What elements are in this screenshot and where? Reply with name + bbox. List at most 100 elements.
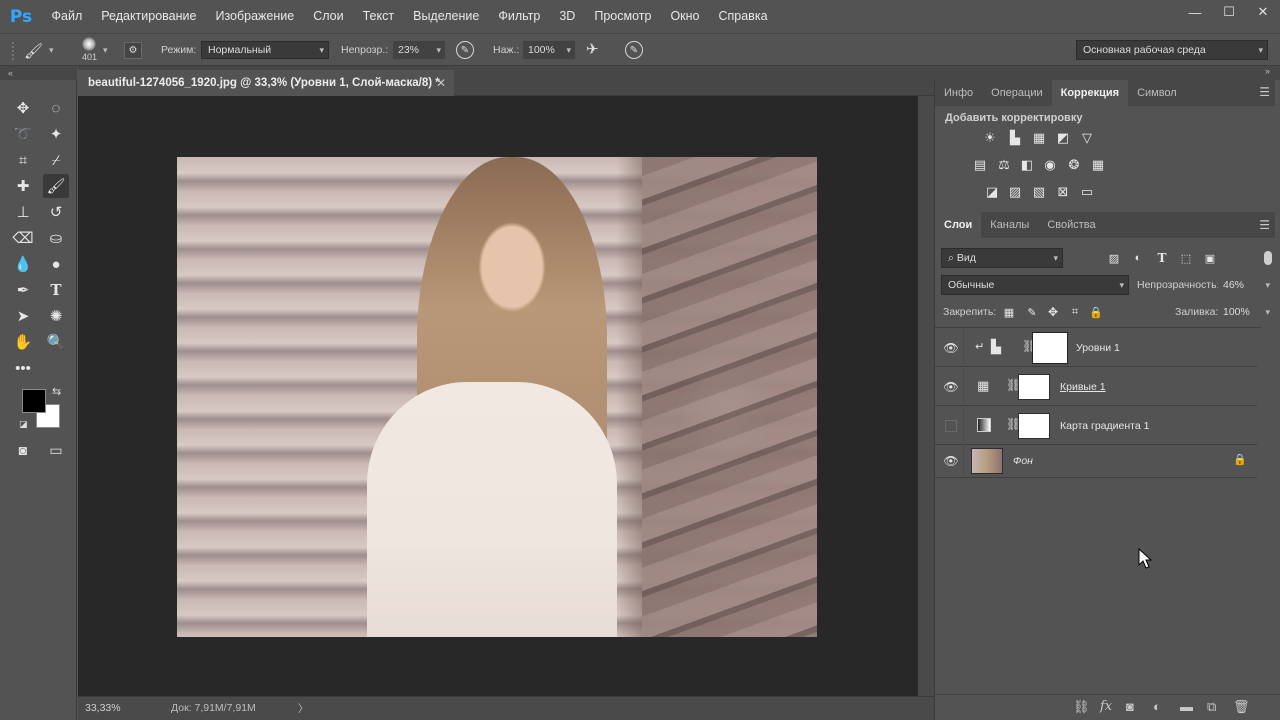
layer-mask-thumbnail[interactable] (1032, 332, 1068, 364)
color-balance-icon[interactable]: ⚖ (995, 156, 1013, 174)
default-colors-icon[interactable]: ◪ (19, 419, 28, 430)
layer-name[interactable]: Карта градиента 1 (1060, 420, 1149, 432)
layer-name[interactable]: Кривые 1 (1060, 381, 1106, 393)
lasso-tool-icon[interactable]: ➰ (10, 122, 36, 146)
threshold-icon[interactable]: ▧ (1030, 183, 1048, 201)
menu-item[interactable]: Справка (709, 0, 777, 33)
brightness-contrast-icon[interactable]: ☀ (981, 129, 999, 147)
filter-toggle-switch[interactable] (1264, 251, 1272, 265)
menu-item[interactable]: Окно (661, 0, 709, 33)
vibrance-icon[interactable]: ▽ (1078, 129, 1096, 147)
mode-select[interactable]: Нормальный ▾ (201, 41, 329, 59)
brush-panel-toggle-icon[interactable]: ⚙ (124, 42, 142, 59)
brush-tool-preset-icon[interactable]: 🖌 (24, 42, 43, 60)
hand-tool-icon[interactable]: ✋ (10, 330, 36, 354)
menu-item[interactable]: Выделение (404, 0, 489, 33)
delete-layer-trash-icon[interactable]: 🗑 (1233, 699, 1250, 715)
new-adjustment-layer-icon[interactable]: ◐ (1153, 699, 1161, 714)
grip-handle[interactable] (12, 42, 18, 60)
gradient-map-icon[interactable]: ▭ (1078, 183, 1096, 201)
minimize-button[interactable]: — (1178, 0, 1212, 24)
type-tool-icon[interactable]: T (43, 278, 69, 302)
menu-item[interactable]: Слои (304, 0, 353, 33)
layer-row-levels[interactable]: 👁 ↵ ▙ ⛓ Уровни 1 (935, 329, 1257, 367)
curves-icon[interactable]: ▦ (1030, 129, 1048, 147)
lock-artboard-icon[interactable]: ⌗ (1066, 303, 1084, 321)
layer-name[interactable]: Фон (1013, 455, 1033, 467)
panel-menu-icon[interactable]: ☰ (1259, 85, 1270, 99)
tab-properties[interactable]: Свойства (1038, 212, 1104, 238)
magic-wand-tool-icon[interactable]: ✦ (43, 122, 69, 146)
new-layer-icon[interactable]: ⧉ (1207, 699, 1216, 715)
document-tab[interactable]: beautiful-1274056_1920.jpg @ 33,3% (Уров… (78, 70, 454, 96)
foreground-color-swatch[interactable] (22, 389, 46, 413)
vertical-scrollbar[interactable] (918, 96, 934, 696)
layer-row-gradient-map[interactable]: ⛓ Карта градиента 1 (935, 407, 1257, 445)
menu-item[interactable]: Фильтр (489, 0, 550, 33)
layers-panel-menu-icon[interactable]: ☰ (1259, 218, 1270, 232)
pen-tool-icon[interactable]: ✒ (10, 278, 36, 302)
lock-transparency-icon[interactable]: ▦ (1000, 303, 1018, 321)
paint-bucket-tool-icon[interactable]: ⛀ (43, 226, 69, 250)
chevron-down-icon[interactable]: ▾ (49, 45, 54, 56)
new-group-folder-icon[interactable]: ▬ (1180, 699, 1193, 714)
fill-field[interactable]: 100% ▾ (1218, 303, 1272, 321)
layer-row-background[interactable]: 👁 Фон 🔒 (935, 446, 1257, 478)
panels-collapse-bar[interactable]: » (934, 66, 1280, 80)
invert-icon[interactable]: ◪ (983, 183, 1001, 201)
channel-mixer-icon[interactable]: ❂ (1065, 156, 1083, 174)
restore-button[interactable]: ☐ (1212, 0, 1246, 24)
blend-mode-select[interactable]: Обычные ▾ (941, 275, 1129, 295)
dodge-tool-icon[interactable]: ● (43, 252, 69, 276)
crop-tool-icon[interactable]: ⌗ (10, 148, 36, 172)
zoom-tool-icon[interactable]: 🔍 (43, 330, 69, 354)
menu-item[interactable]: Редактирование (92, 0, 206, 33)
lock-position-icon[interactable]: ✥ (1044, 303, 1062, 321)
add-mask-icon[interactable]: ◙ (1126, 699, 1134, 714)
healing-brush-tool-icon[interactable]: ✚ (10, 174, 36, 198)
visibility-eye-icon[interactable]: 👁 (943, 454, 959, 468)
black-white-icon[interactable]: ◧ (1018, 156, 1036, 174)
flow-field[interactable]: 100% ▾ (523, 41, 575, 59)
visibility-off-checkbox[interactable] (945, 420, 957, 432)
status-menu-arrow-icon[interactable]: 〉 (298, 701, 309, 716)
path-selection-tool-icon[interactable]: ➤ (10, 304, 36, 328)
swap-colors-icon[interactable]: ⇆ (52, 385, 61, 398)
tab-layers[interactable]: Слои (935, 212, 982, 238)
tab-actions[interactable]: Операции (982, 80, 1051, 106)
menu-item[interactable]: Просмотр (585, 0, 661, 33)
blur-tool-icon[interactable]: 💧 (10, 252, 36, 276)
eraser-tool-icon[interactable]: ⌫ (10, 226, 36, 250)
opacity-field[interactable]: 23% ▾ (393, 41, 445, 59)
document-canvas-image[interactable] (177, 157, 817, 637)
edit-toolbar-icon[interactable]: ••• (10, 356, 36, 380)
filter-shape-icon[interactable]: ⬚ (1177, 249, 1195, 267)
chevron-down-icon[interactable]: ▾ (103, 45, 108, 56)
menu-item[interactable]: 3D (550, 0, 585, 33)
tools-panel-collapse-bar[interactable]: « (0, 66, 77, 80)
screen-mode-icon[interactable]: ▭ (43, 438, 69, 462)
workspace-select[interactable]: Основная рабочая среда ▾ (1076, 40, 1268, 60)
layer-opacity-field[interactable]: 46% ▾ (1218, 276, 1272, 294)
layer-mask-thumbnail[interactable] (1018, 374, 1050, 400)
exposure-icon[interactable]: ◩ (1054, 129, 1072, 147)
color-lookup-icon[interactable]: ▦ (1089, 156, 1107, 174)
tab-adjustments[interactable]: Коррекция (1051, 80, 1129, 106)
menu-item[interactable]: Текст (353, 0, 403, 33)
tab-character[interactable]: Символ (1128, 80, 1186, 106)
airbrush-icon[interactable]: ✈ (586, 40, 599, 58)
background-layer-thumbnail[interactable] (971, 448, 1003, 474)
quick-mask-icon[interactable]: ◙ (10, 438, 36, 462)
menu-item[interactable]: Изображение (206, 0, 304, 33)
levels-icon[interactable]: ▙ (1006, 129, 1024, 147)
menu-item[interactable]: Файл (42, 0, 92, 33)
layer-row-curves[interactable]: 👁 ▦ ⛓ Кривые 1 (935, 368, 1257, 406)
lock-pixels-icon[interactable]: ✎ (1023, 303, 1041, 321)
history-brush-tool-icon[interactable]: ↺ (43, 200, 69, 224)
brush-preview-icon[interactable] (82, 37, 96, 51)
marquee-tool-icon[interactable]: ◌ (43, 96, 69, 120)
photo-filter-icon[interactable]: ◉ (1041, 156, 1059, 174)
hue-saturation-icon[interactable]: ▤ (971, 156, 989, 174)
layer-style-fx-icon[interactable]: fx (1100, 699, 1112, 714)
eyedropper-tool-icon[interactable]: ⌿ (43, 148, 69, 172)
